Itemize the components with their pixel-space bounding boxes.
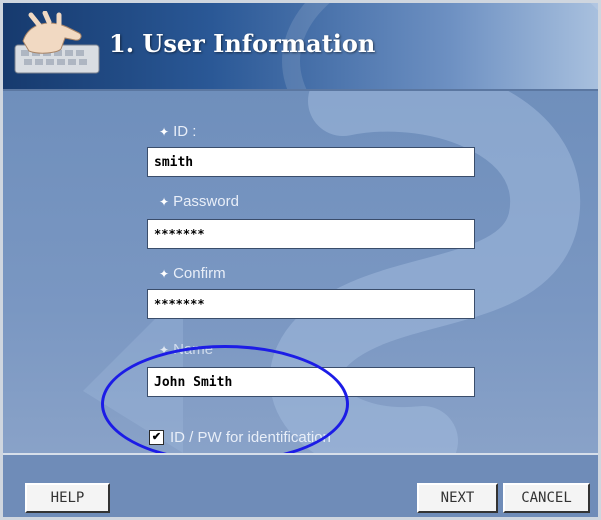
page-title: 1. User Information xyxy=(109,29,376,58)
password-label: ✦ Password xyxy=(159,193,239,210)
cancel-button[interactable]: CANCEL xyxy=(503,483,590,513)
password-input[interactable] xyxy=(147,219,475,249)
identification-checkbox[interactable]: ✔ xyxy=(149,430,164,445)
hand-on-keyboard-icon xyxy=(14,11,100,74)
diamond-bullet-icon: ✦ xyxy=(159,195,170,209)
form-area: ✦ID : ✦Password ✦Confirm ✦Name ✔ ID / PW… xyxy=(3,91,598,453)
name-input[interactable] xyxy=(147,367,475,397)
help-button[interactable]: HELP xyxy=(25,483,110,513)
confirm-label: ✦ Confirm xyxy=(159,265,226,282)
setup-wizard-window: 1. User Information ✦ID : ✦Password ✦Con… xyxy=(0,0,601,520)
checkmark-icon: ✔ xyxy=(151,431,162,443)
diamond-bullet-icon: ✦ xyxy=(159,343,170,357)
diamond-bullet-icon: ✦ xyxy=(159,125,170,139)
name-label: ✦ Name xyxy=(159,341,214,358)
id-label: ✦ ID : xyxy=(159,123,197,140)
diamond-bullet-icon: ✦ xyxy=(159,267,170,281)
identification-checkbox-row[interactable]: ✔ ID / PW for identification xyxy=(149,429,331,446)
id-input[interactable] xyxy=(147,147,475,177)
footer-bar: HELP NEXT CANCEL xyxy=(3,453,598,517)
next-button[interactable]: NEXT xyxy=(417,483,498,513)
identification-label: ID / PW for identification xyxy=(170,429,331,446)
watermark-logo-icon xyxy=(83,91,581,453)
header-banner: 1. User Information xyxy=(3,3,598,89)
confirm-password-input[interactable] xyxy=(147,289,475,319)
